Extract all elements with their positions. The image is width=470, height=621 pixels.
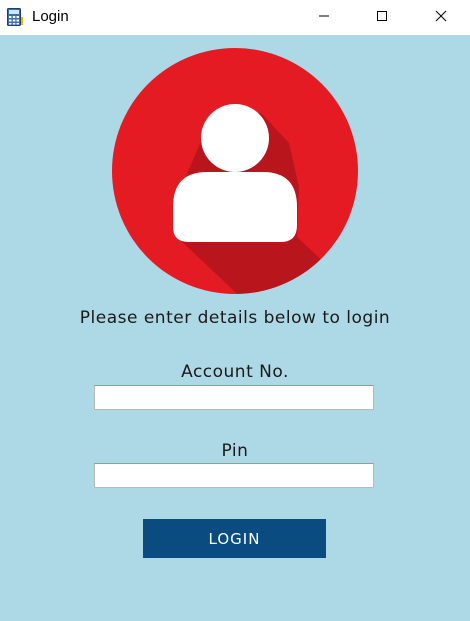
account-number-input[interactable]	[94, 385, 374, 410]
close-button[interactable]	[418, 0, 464, 35]
login-button[interactable]: LOGIN	[143, 519, 326, 558]
pin-label: Pin	[221, 441, 249, 461]
account-label: Account No.	[181, 362, 289, 382]
user-icon	[112, 48, 358, 294]
maximize-button[interactable]	[359, 0, 405, 35]
login-prompt: Please enter details below to login	[79, 308, 391, 328]
pin-input[interactable]	[94, 463, 374, 488]
minimize-button[interactable]	[301, 0, 347, 35]
maximize-icon	[376, 9, 388, 27]
title-bar[interactable]: Login	[0, 0, 470, 35]
login-window: Login Please enter details below to logi…	[0, 0, 470, 621]
calculator-icon	[7, 8, 23, 26]
user-avatar	[111, 47, 359, 295]
window-title: Login	[32, 8, 69, 25]
minimize-icon	[318, 9, 330, 27]
close-icon	[435, 9, 447, 27]
